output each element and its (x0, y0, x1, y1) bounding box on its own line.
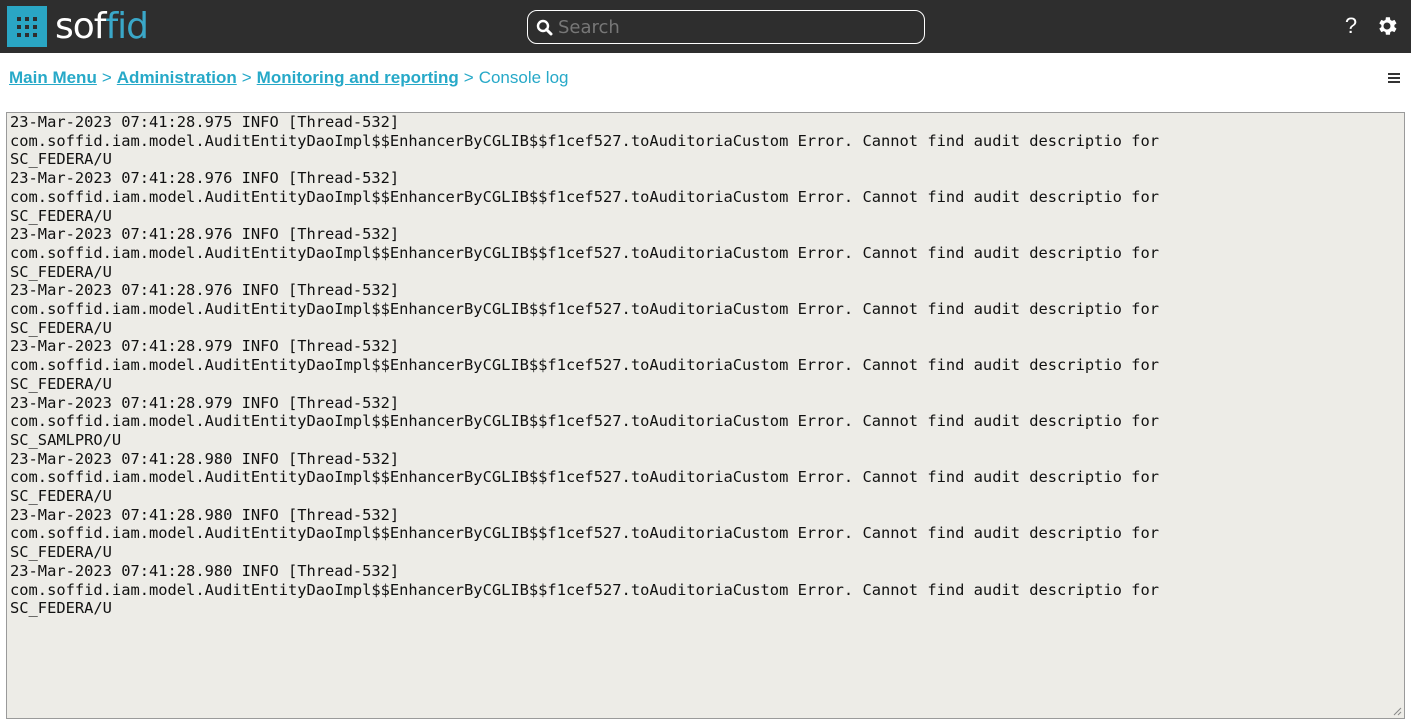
console-log-line: com.soffid.iam.model.AuditEntityDaoImpl$… (10, 468, 1159, 487)
console-log-line: SC_SAMLPRO/U (10, 430, 122, 449)
apps-grid-icon (17, 16, 37, 37)
console-log-line: SC_FEDERA/U (10, 150, 112, 169)
console-log-line: com.soffid.iam.model.AuditEntityDaoImpl$… (10, 356, 1159, 375)
console-log-line: 23-Mar-2023 07:41:28.976 INFO [Thread-53… (10, 281, 400, 300)
breadcrumb-link-main-menu[interactable]: Main Menu (9, 68, 97, 88)
hamburger-menu-icon[interactable] (1386, 70, 1402, 86)
breadcrumb-link-monitoring[interactable]: Monitoring and reporting (257, 68, 459, 88)
help-button[interactable]: ? (1341, 9, 1361, 43)
console-log-line: 23-Mar-2023 07:41:28.976 INFO [Thread-53… (10, 225, 400, 244)
breadcrumb: Main Menu > Administration > Monitoring … (9, 66, 568, 90)
console-log-line: SC_FEDERA/U (10, 318, 112, 337)
console-log-textarea[interactable]: 23-Mar-2023 07:41:28.975 INFO [Thread-53… (6, 112, 1405, 719)
logo-text-part2: fid (105, 5, 149, 47)
console-log-line: 23-Mar-2023 07:41:28.976 INFO [Thread-53… (10, 169, 400, 188)
search-box (527, 10, 925, 44)
console-log-line: SC_FEDERA/U (10, 543, 112, 562)
logo-text-part1: sof (55, 5, 106, 47)
search-icon (536, 19, 553, 35)
console-log-line: SC_FEDERA/U (10, 206, 112, 225)
console-log-line: 23-Mar-2023 07:41:28.975 INFO [Thread-53… (10, 113, 400, 131)
apps-menu-button[interactable] (7, 6, 47, 47)
console-log-line: com.soffid.iam.model.AuditEntityDaoImpl$… (10, 524, 1159, 543)
console-log-line: com.soffid.iam.model.AuditEntityDaoImpl$… (10, 243, 1159, 262)
top-bar: soffid ? (0, 0, 1411, 53)
console-log-line: 23-Mar-2023 07:41:28.980 INFO [Thread-53… (10, 505, 400, 524)
console-log-line: SC_FEDERA/U (10, 262, 112, 281)
console-log-line: SC_FEDERA/U (10, 599, 112, 618)
console-log-line: com.soffid.iam.model.AuditEntityDaoImpl$… (10, 300, 1159, 319)
resize-grip-icon[interactable] (1392, 706, 1402, 716)
console-log-content: 23-Mar-2023 07:41:28.975 INFO [Thread-53… (7, 113, 1404, 618)
console-log-line: SC_FEDERA/U (10, 374, 112, 393)
console-log-line: SC_FEDERA/U (10, 487, 112, 506)
breadcrumb-separator: > (241, 68, 252, 87)
console-log-line: 23-Mar-2023 07:41:28.980 INFO [Thread-53… (10, 449, 400, 468)
console-log-line: com.soffid.iam.model.AuditEntityDaoImpl$… (10, 580, 1159, 599)
breadcrumb-separator: > (463, 68, 474, 87)
gear-icon[interactable] (1375, 13, 1399, 39)
console-log-line: com.soffid.iam.model.AuditEntityDaoImpl$… (10, 187, 1159, 206)
breadcrumb-separator: > (101, 68, 112, 87)
search-input[interactable] (556, 15, 910, 39)
breadcrumb-current: Console log (478, 68, 569, 87)
soffid-logo[interactable]: sof fid (55, 1, 149, 51)
console-log-line: 23-Mar-2023 07:41:28.979 INFO [Thread-53… (10, 337, 400, 356)
console-log-line: 23-Mar-2023 07:41:28.979 INFO [Thread-53… (10, 393, 400, 412)
console-log-line: 23-Mar-2023 07:41:28.980 INFO [Thread-53… (10, 561, 400, 580)
breadcrumb-link-administration[interactable]: Administration (117, 68, 237, 88)
console-log-line: com.soffid.iam.model.AuditEntityDaoImpl$… (10, 131, 1159, 150)
console-log-line: com.soffid.iam.model.AuditEntityDaoImpl$… (10, 412, 1159, 431)
